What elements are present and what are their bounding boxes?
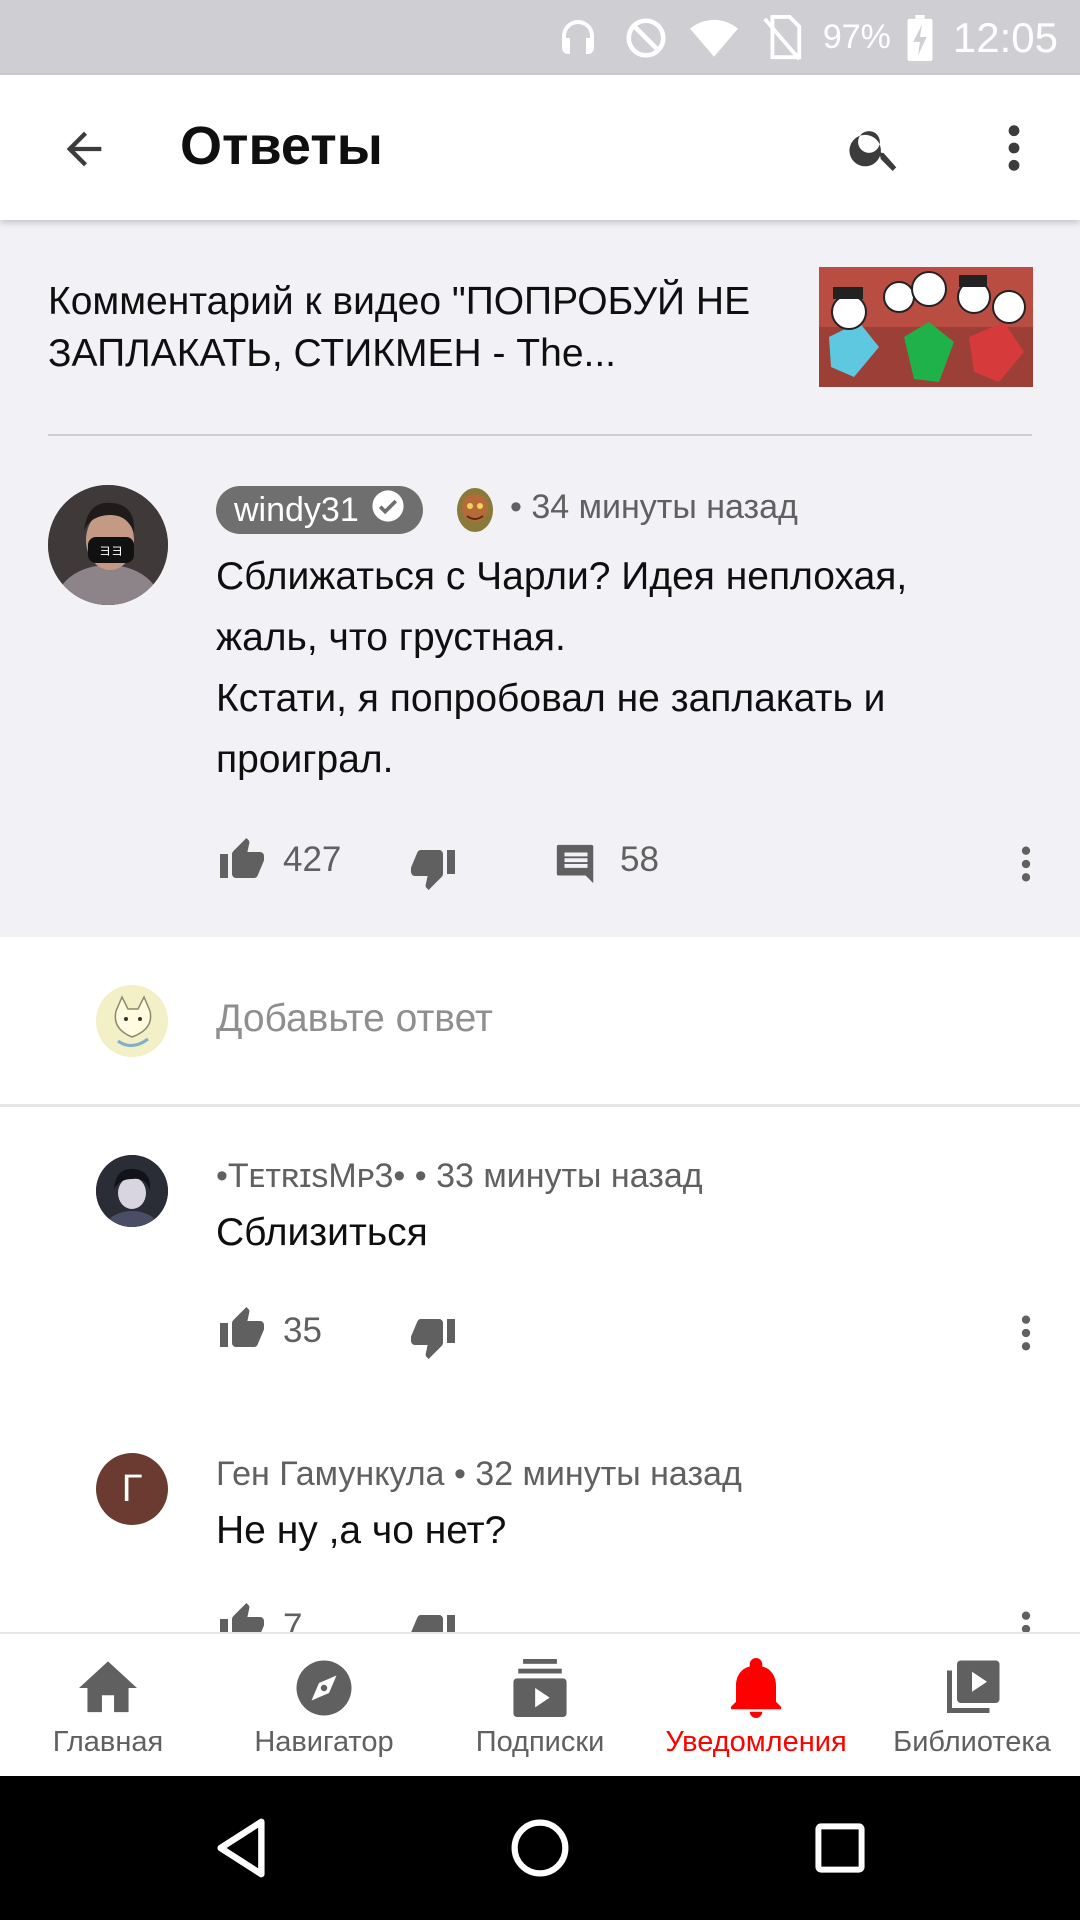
my-avatar (96, 985, 168, 1057)
verified-icon (371, 489, 405, 532)
like-icon[interactable] (216, 834, 268, 886)
comment-actions: 427 58 (0, 832, 1080, 892)
avatar-letter: Г (121, 1467, 143, 1510)
page-title: Ответы (180, 116, 383, 176)
reply-timestamp: • 32 минуты назад (453, 1455, 742, 1493)
reply-author-avatar[interactable] (96, 1155, 168, 1227)
dislike-icon[interactable] (407, 842, 459, 894)
nav-label: Уведомления (665, 1726, 847, 1758)
like-count: 35 (283, 1311, 322, 1350)
comment-line: жаль, что грустная. (216, 616, 566, 659)
headset-icon (551, 11, 605, 65)
add-reply-row[interactable]: Добавьте ответ (0, 937, 1080, 1105)
comment-text: Сближаться с Чарли? Идея неплохая, жаль,… (216, 546, 1016, 790)
author-name: windy31 (234, 490, 359, 529)
member-badge-icon (451, 482, 499, 536)
do-not-disturb-icon (619, 11, 673, 65)
divider (48, 434, 1032, 436)
nav-subscriptions[interactable]: Подписки (432, 1634, 648, 1778)
status-bar: 97% 12:05 (0, 0, 1080, 75)
like-count: 7 (283, 1607, 303, 1632)
reply-author-name[interactable]: •TᴇᴛʀɪsMᴘ3• (216, 1157, 405, 1195)
no-sim-icon (755, 11, 809, 65)
reply-text: Сблизиться (216, 1211, 428, 1254)
wifi-icon (687, 11, 741, 65)
home-icon (76, 1656, 140, 1720)
reply-icon[interactable] (550, 838, 602, 890)
library-icon (940, 1656, 1004, 1720)
like-count: 427 (283, 840, 342, 879)
bell-icon (724, 1656, 788, 1720)
comment-line: проиграл. (216, 738, 394, 781)
comment-timestamp: • 34 минуты назад (510, 488, 798, 526)
system-navigation-bar (0, 1776, 1080, 1920)
reply-menu-icon[interactable] (1000, 1603, 1052, 1632)
video-context-link[interactable]: Комментарий к видео "ПОПРОБУЙ НЕ ЗАПЛАКА… (48, 276, 778, 380)
battery-percent: 97% (822, 18, 891, 56)
parent-comment-section: Комментарий к видео "ПОПРОБУЙ НЕ ЗАПЛАКА… (0, 220, 1080, 937)
reply-count: 58 (620, 840, 659, 879)
like-icon[interactable] (216, 1599, 268, 1632)
bottom-navigation: Главная Навигатор Подписки Уведомления Б… (0, 1632, 1080, 1776)
nav-label: Подписки (475, 1726, 605, 1758)
system-recents-icon[interactable] (804, 1812, 876, 1884)
reply-item: •TᴇᴛʀɪsMᴘ3• • 33 минуты назад Сблизиться… (0, 1107, 1080, 1407)
comment-menu-icon[interactable] (1000, 838, 1052, 890)
compass-icon (292, 1656, 356, 1720)
comment-line: Кстати, я попробовал не заплакать и (216, 677, 886, 720)
nav-explore[interactable]: Навигатор (216, 1634, 432, 1778)
reply-author-name[interactable]: Ген Гамункула (216, 1455, 444, 1493)
more-vert-icon[interactable] (984, 115, 1044, 181)
nav-label: Библиотека (893, 1726, 1051, 1758)
back-arrow-icon[interactable] (52, 117, 116, 181)
system-home-icon[interactable] (504, 1812, 576, 1884)
dislike-icon[interactable] (407, 1311, 459, 1363)
subscriptions-icon (508, 1656, 572, 1720)
author-avatar[interactable]: ヨヨ (48, 485, 168, 605)
reply-author-avatar[interactable]: Г (96, 1453, 168, 1525)
reply-text: Не ну ,а чо нет? (216, 1509, 507, 1552)
like-icon[interactable] (216, 1303, 268, 1355)
reply-meta: •TᴇᴛʀɪsMᴘ3• • 33 минуты назад (216, 1157, 703, 1196)
battery-charging-icon (905, 11, 935, 65)
dislike-icon[interactable] (407, 1607, 459, 1632)
app-bar: Ответы (0, 75, 1080, 220)
nav-label: Главная (52, 1726, 164, 1758)
nav-notifications[interactable]: Уведомления (648, 1634, 864, 1778)
search-icon[interactable] (842, 115, 908, 181)
svg-text:ヨヨ: ヨヨ (99, 544, 123, 558)
reily-item: Г Ген Гамункула • 32 минуты назад Не ну … (0, 1407, 1080, 1632)
nav-library[interactable]: Библиотека (864, 1634, 1080, 1778)
video-thumbnail[interactable] (819, 267, 1033, 387)
nav-label: Навигатор (254, 1726, 394, 1758)
clock: 12:05 (952, 13, 1058, 61)
reply-meta: Ген Гамункула • 32 минуты назад (216, 1455, 742, 1494)
add-reply-input[interactable]: Добавьте ответ (216, 997, 493, 1041)
system-back-icon[interactable] (205, 1812, 277, 1884)
author-name-chip[interactable]: windy31 (216, 486, 423, 534)
reply-timestamp: • 33 минуты назад (414, 1157, 703, 1195)
comment-line: Сближаться с Чарли? Идея неплохая, (216, 555, 908, 598)
reply-menu-icon[interactable] (1000, 1307, 1052, 1359)
nav-home[interactable]: Главная (0, 1634, 216, 1778)
